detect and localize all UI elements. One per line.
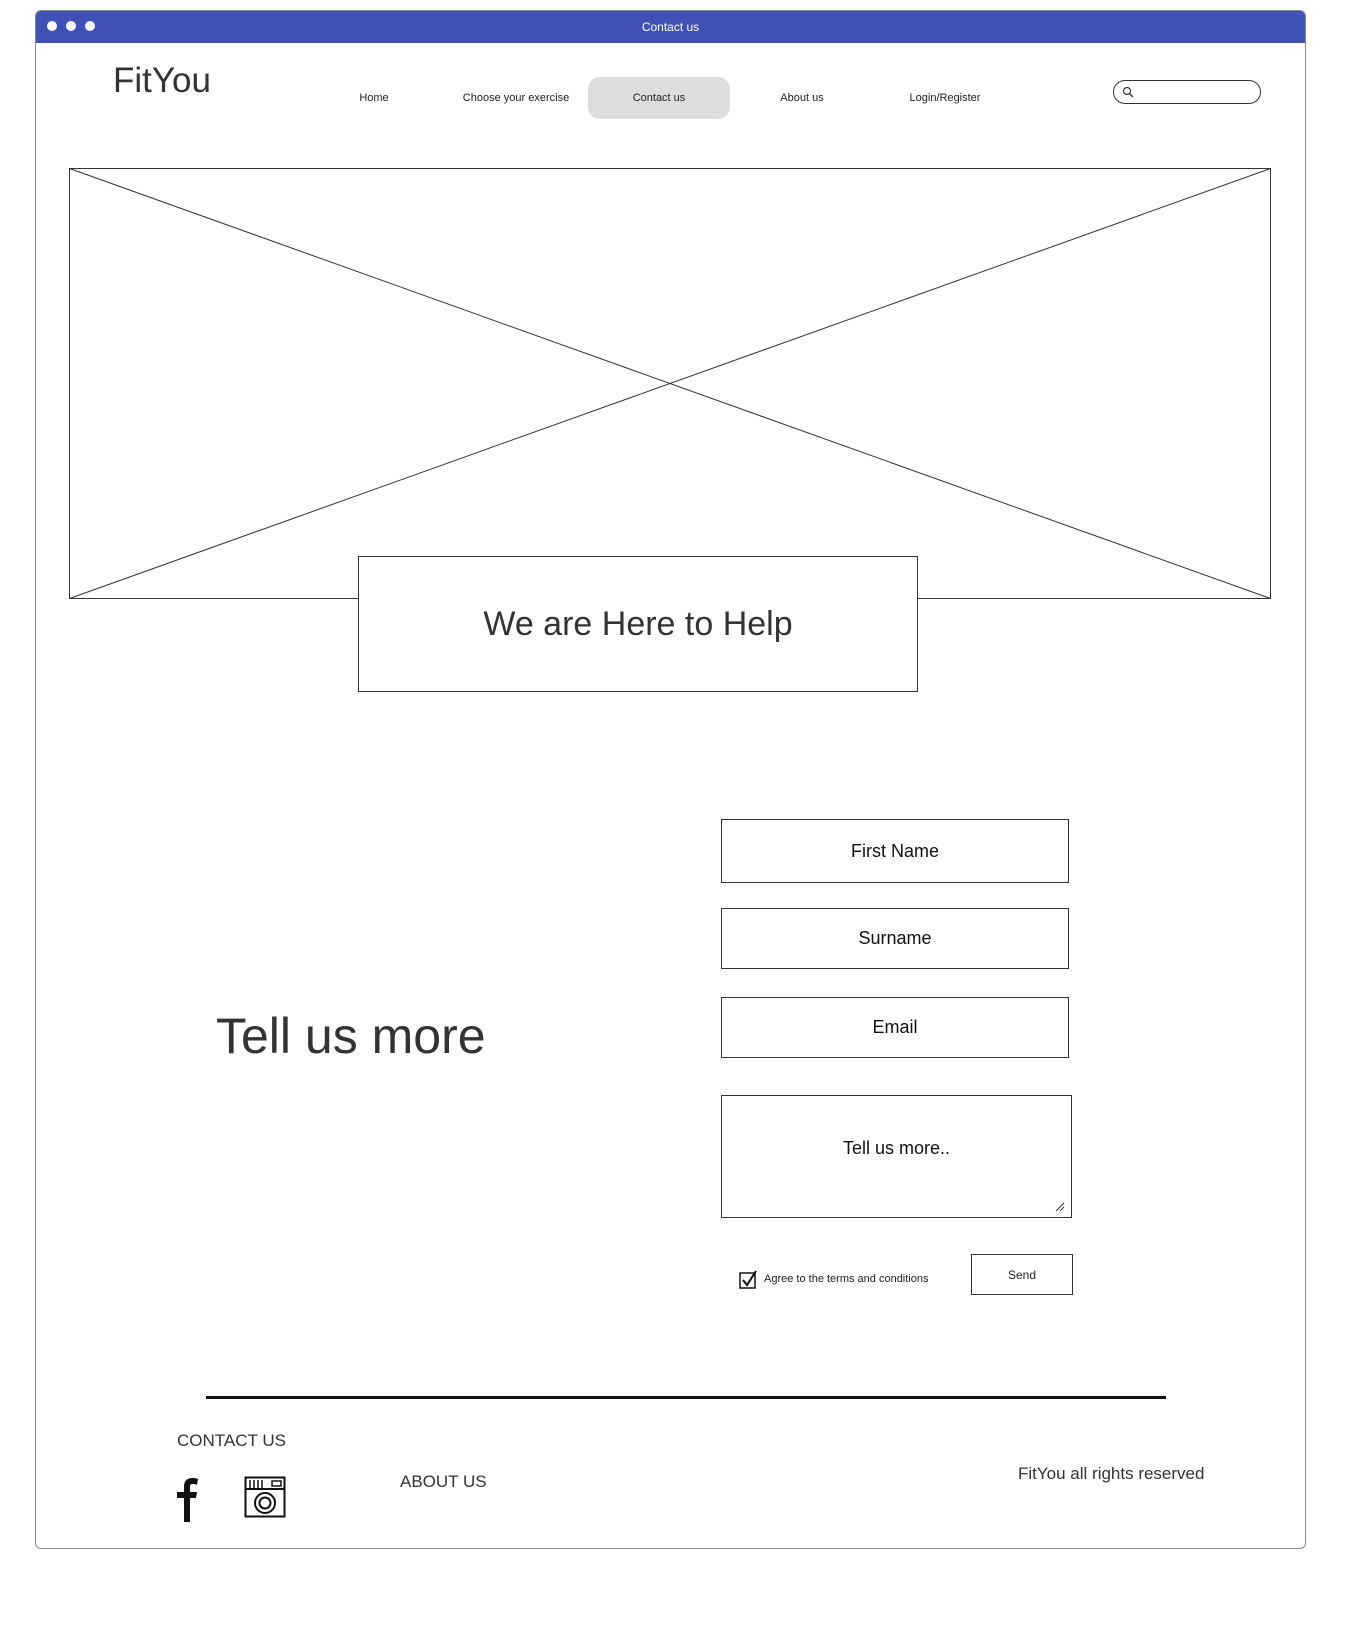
terms-label[interactable]: Agree to the terms and conditions (764, 1273, 928, 1285)
site-logo[interactable]: FitYou (113, 61, 211, 101)
send-button[interactable]: Send (971, 1254, 1073, 1295)
hero-image-placeholder (69, 168, 1271, 599)
nav-about-us[interactable]: About us (732, 77, 872, 119)
nav-choose-exercise[interactable]: Choose your exercise (446, 77, 586, 119)
facebook-icon[interactable] (169, 1477, 201, 1523)
search-input[interactable] (1113, 80, 1261, 104)
message-placeholder: Tell us more.. (842, 1138, 951, 1158)
footer-about-link[interactable]: ABOUT US (400, 1472, 487, 1492)
instagram-icon[interactable] (244, 1476, 286, 1518)
browser-window: Contact us FitYou Home Choose your exerc… (35, 10, 1306, 1549)
first-name-field[interactable]: First Name (721, 819, 1069, 883)
terms-checkbox[interactable] (739, 1270, 759, 1290)
window-title: Contact us (641, 20, 700, 34)
footer-contact-link[interactable]: CONTACT US (177, 1431, 286, 1451)
nav-contact-us[interactable]: Contact us (588, 77, 730, 119)
nav-login-register[interactable]: Login/Register (874, 77, 1016, 119)
window-titlebar: Contact us (36, 11, 1305, 43)
email-field[interactable]: Email (721, 997, 1069, 1058)
resize-handle-icon[interactable] (1055, 1202, 1065, 1212)
nav-home[interactable]: Home (304, 77, 444, 119)
hero-heading: We are Here to Help (483, 604, 793, 643)
surname-field[interactable]: Surname (721, 908, 1069, 969)
hero-caption-box: We are Here to Help (358, 556, 918, 692)
footer-divider (206, 1396, 1166, 1399)
search-icon (1122, 86, 1134, 98)
form-heading: Tell us more (216, 1008, 486, 1064)
message-textarea[interactable]: Tell us more.. (721, 1095, 1072, 1218)
footer-copyright: FitYou all rights reserved (1018, 1464, 1205, 1483)
